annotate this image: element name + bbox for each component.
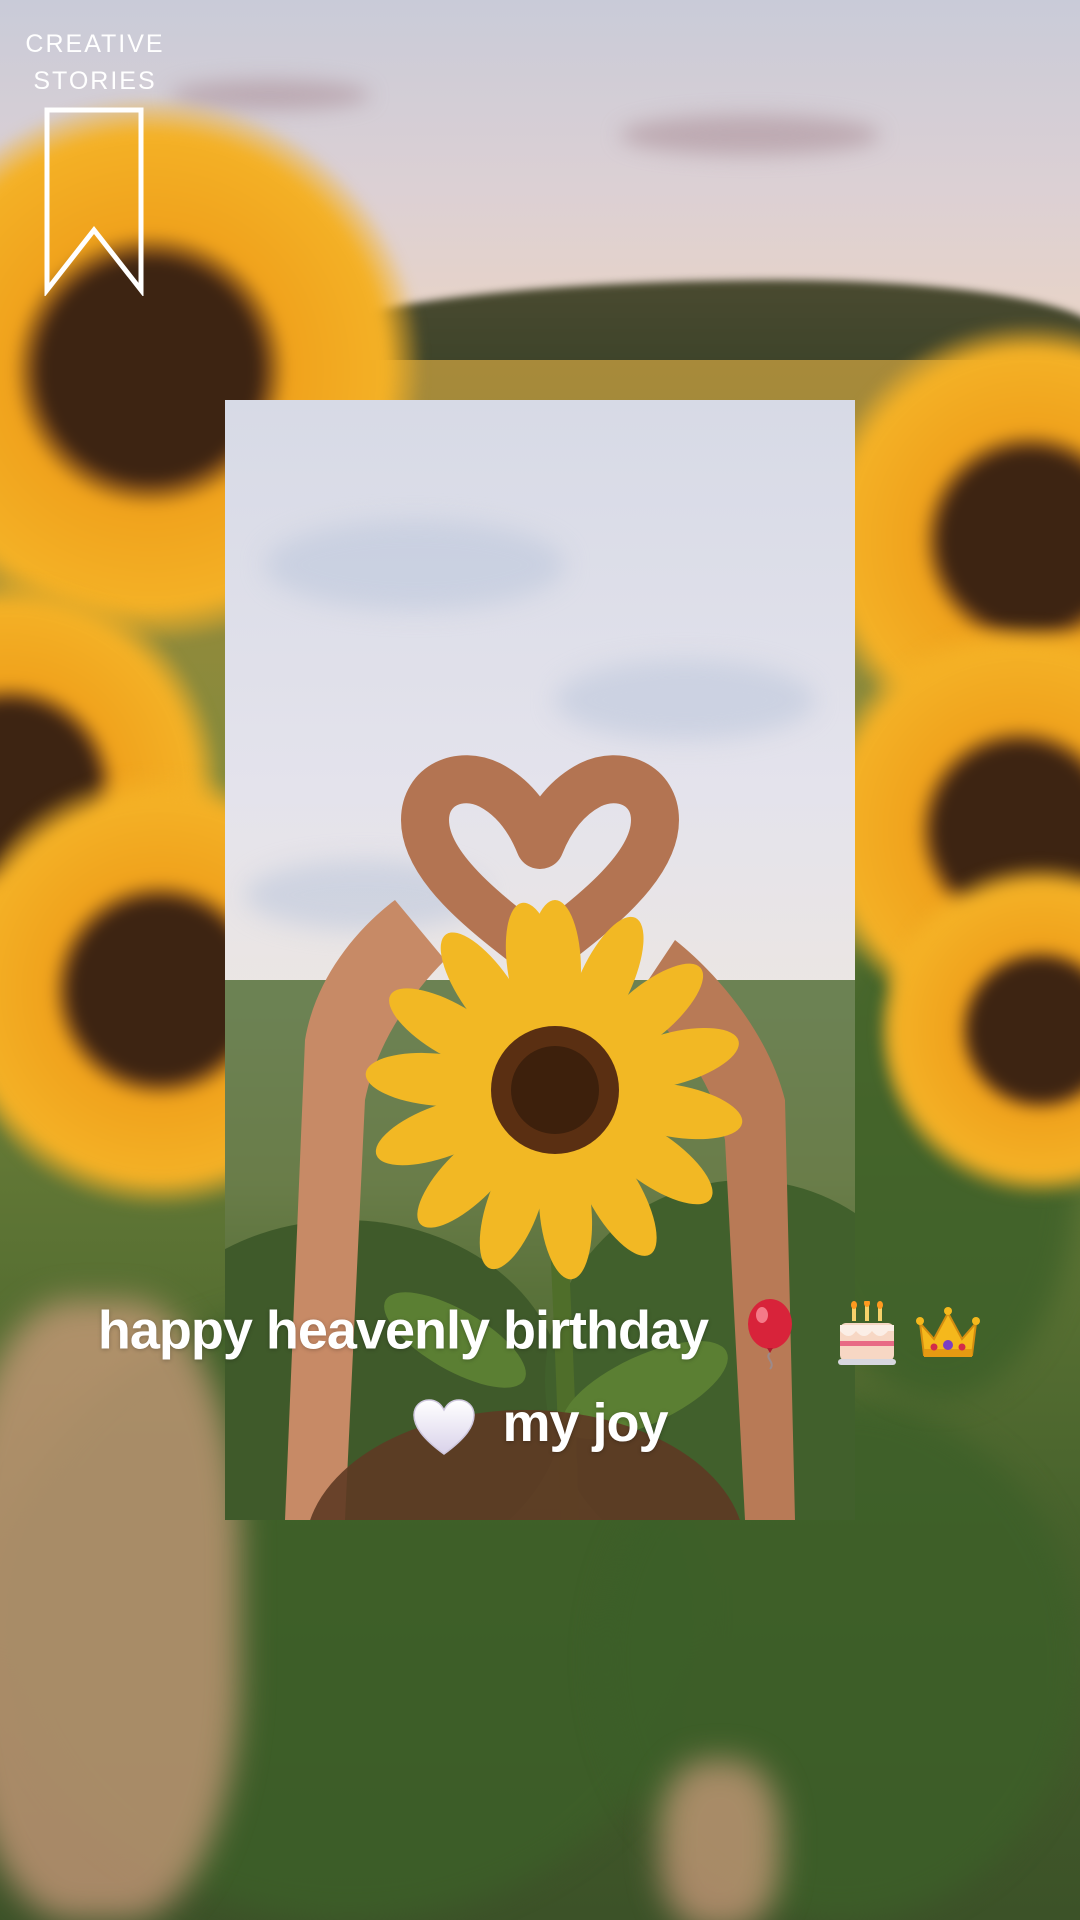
caption-line-2: my joy (0, 1392, 1080, 1456)
brand-name-line2: STORIES (33, 67, 157, 95)
background-cloud (620, 115, 880, 155)
caption-line-1: happy heavenly birthday (0, 1298, 1080, 1370)
brand-logo: CREATIVE STORIES (20, 26, 170, 296)
caption-text: happy heavenly birthday (97, 1300, 709, 1361)
brand-name-line1: CREATIVE (25, 30, 165, 58)
caption-text: my joy (502, 1393, 668, 1453)
birthday-cake-icon (838, 1301, 897, 1365)
balloon-icon (748, 1299, 793, 1370)
crown-icon (916, 1307, 981, 1357)
bookmark-icon (44, 107, 144, 296)
white-heart-icon (413, 1398, 476, 1455)
background-person (660, 1760, 780, 1920)
